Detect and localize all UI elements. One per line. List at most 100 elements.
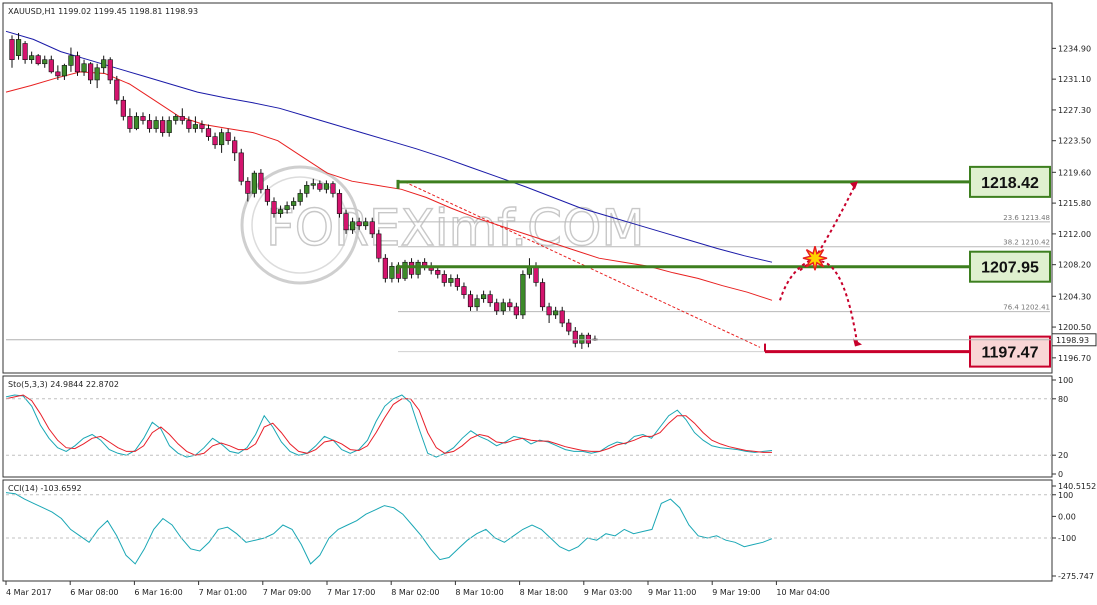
candle: [336, 193, 343, 214]
candle: [225, 132, 231, 142]
candle: [9, 39, 15, 60]
candle: [146, 120, 153, 129]
x-tick-label: 8 Mar 02:00: [391, 588, 439, 597]
x-tick-label: 10 Mar 04:00: [776, 588, 829, 597]
candle: [572, 330, 578, 344]
x-tick-label: 9 Mar 11:00: [648, 588, 696, 597]
breakout-star-icon: [802, 246, 828, 271]
candle: [94, 67, 100, 81]
candle: [88, 63, 94, 81]
candle: [566, 322, 572, 332]
candle: [310, 183, 316, 186]
candle: [291, 201, 297, 206]
candle: [107, 59, 113, 81]
x-tick-label: 8 Mar 10:00: [455, 588, 503, 597]
candle: [29, 55, 35, 60]
x-tick-label: 9 Mar 19:00: [712, 588, 760, 597]
y-tick-label: 80: [1058, 395, 1068, 404]
candle: [120, 99, 126, 117]
candle: [376, 233, 382, 259]
candle: [48, 59, 54, 73]
x-tick-label: 7 Mar 17:00: [327, 588, 375, 597]
watermark-text: FOREXimf.COM: [266, 199, 645, 257]
candle: [539, 282, 546, 308]
y-tick-label: -275.747: [1058, 572, 1094, 581]
candle: [277, 209, 284, 214]
candle: [173, 116, 179, 121]
candle: [467, 294, 474, 308]
candle: [480, 294, 487, 300]
candle: [258, 172, 264, 190]
candle: [415, 261, 421, 275]
candle: [192, 124, 199, 129]
candle: [553, 310, 559, 316]
y-tick-label: 1234.90: [1058, 44, 1091, 53]
candle: [507, 302, 513, 308]
candle: [42, 59, 48, 65]
candle: [199, 124, 205, 129]
candle: [160, 120, 166, 133]
y-tick-label: 1231.10: [1058, 75, 1091, 84]
candle: [219, 132, 225, 146]
x-tick-label: 7 Mar 01:00: [199, 588, 247, 597]
candle: [520, 274, 526, 316]
candle: [179, 116, 185, 121]
y-tick-label: 1215.80: [1058, 199, 1091, 208]
y-tick-label: 1212.00: [1058, 230, 1091, 239]
chart: FOREXimf.COM XAUUSD,H1 1199.02 1199.45 1…: [2, 2, 1097, 597]
y-tick-label: 0.00: [1058, 512, 1076, 521]
x-tick-label: 9 Mar 03:00: [584, 588, 632, 597]
candle: [264, 189, 271, 202]
x-tick-label: 6 Mar 08:00: [70, 588, 118, 597]
candle: [435, 270, 441, 275]
candle: [513, 306, 519, 316]
candle: [330, 183, 336, 194]
candle: [500, 302, 506, 312]
candle: [533, 265, 539, 283]
candle: [284, 205, 290, 210]
candle: [349, 221, 356, 231]
main-title: XAUUSD,H1 1199.02 1199.45 1198.81 1198.9…: [8, 7, 198, 16]
candle: [133, 116, 140, 129]
level-label: 1218.42: [981, 175, 1039, 192]
candle: [55, 71, 61, 77]
candle: [297, 193, 303, 202]
candle: [402, 261, 408, 279]
candle: [454, 278, 461, 287]
candle: [238, 152, 244, 182]
current-price-label: 1198.93: [1056, 336, 1089, 345]
candle: [487, 294, 493, 304]
x-tick-label: 4 Mar 2017: [6, 588, 52, 597]
candle: [363, 221, 369, 227]
candle: [441, 274, 447, 283]
y-tick-label: 1200.50: [1058, 323, 1091, 332]
candle: [461, 286, 467, 295]
candle: [81, 63, 87, 73]
candle: [127, 116, 133, 129]
y-tick-label: -100: [1058, 534, 1076, 543]
x-tick-label: 6 Mar 16:00: [134, 588, 182, 597]
candle: [389, 265, 395, 279]
sto-title: Sto(5,3,3) 24.9844 22.8702: [8, 380, 119, 389]
y-tick-label: 0: [1058, 470, 1063, 479]
y-tick-label: 1204.30: [1058, 292, 1091, 301]
candle: [140, 116, 146, 121]
candle: [212, 136, 218, 146]
y-tick-label: 1196.70: [1058, 354, 1091, 363]
candle: [271, 201, 277, 214]
fib-label: 38.2 1210.42: [1003, 239, 1050, 247]
y-tick-label: 20: [1058, 451, 1068, 460]
candle: [15, 39, 22, 56]
level-label: 1197.47: [982, 345, 1039, 362]
candle: [153, 120, 159, 129]
y-tick-label: 1223.50: [1058, 137, 1091, 146]
y-tick-label: 1219.60: [1058, 168, 1091, 177]
fib-label: 76.4 1202.41: [1003, 304, 1050, 312]
candle: [343, 213, 349, 231]
candle: [114, 79, 120, 101]
fib-label: 23.6 1213.48: [1003, 214, 1050, 222]
candle: [323, 183, 330, 190]
candle: [74, 55, 81, 73]
candle: [101, 59, 107, 69]
candle: [494, 302, 500, 312]
